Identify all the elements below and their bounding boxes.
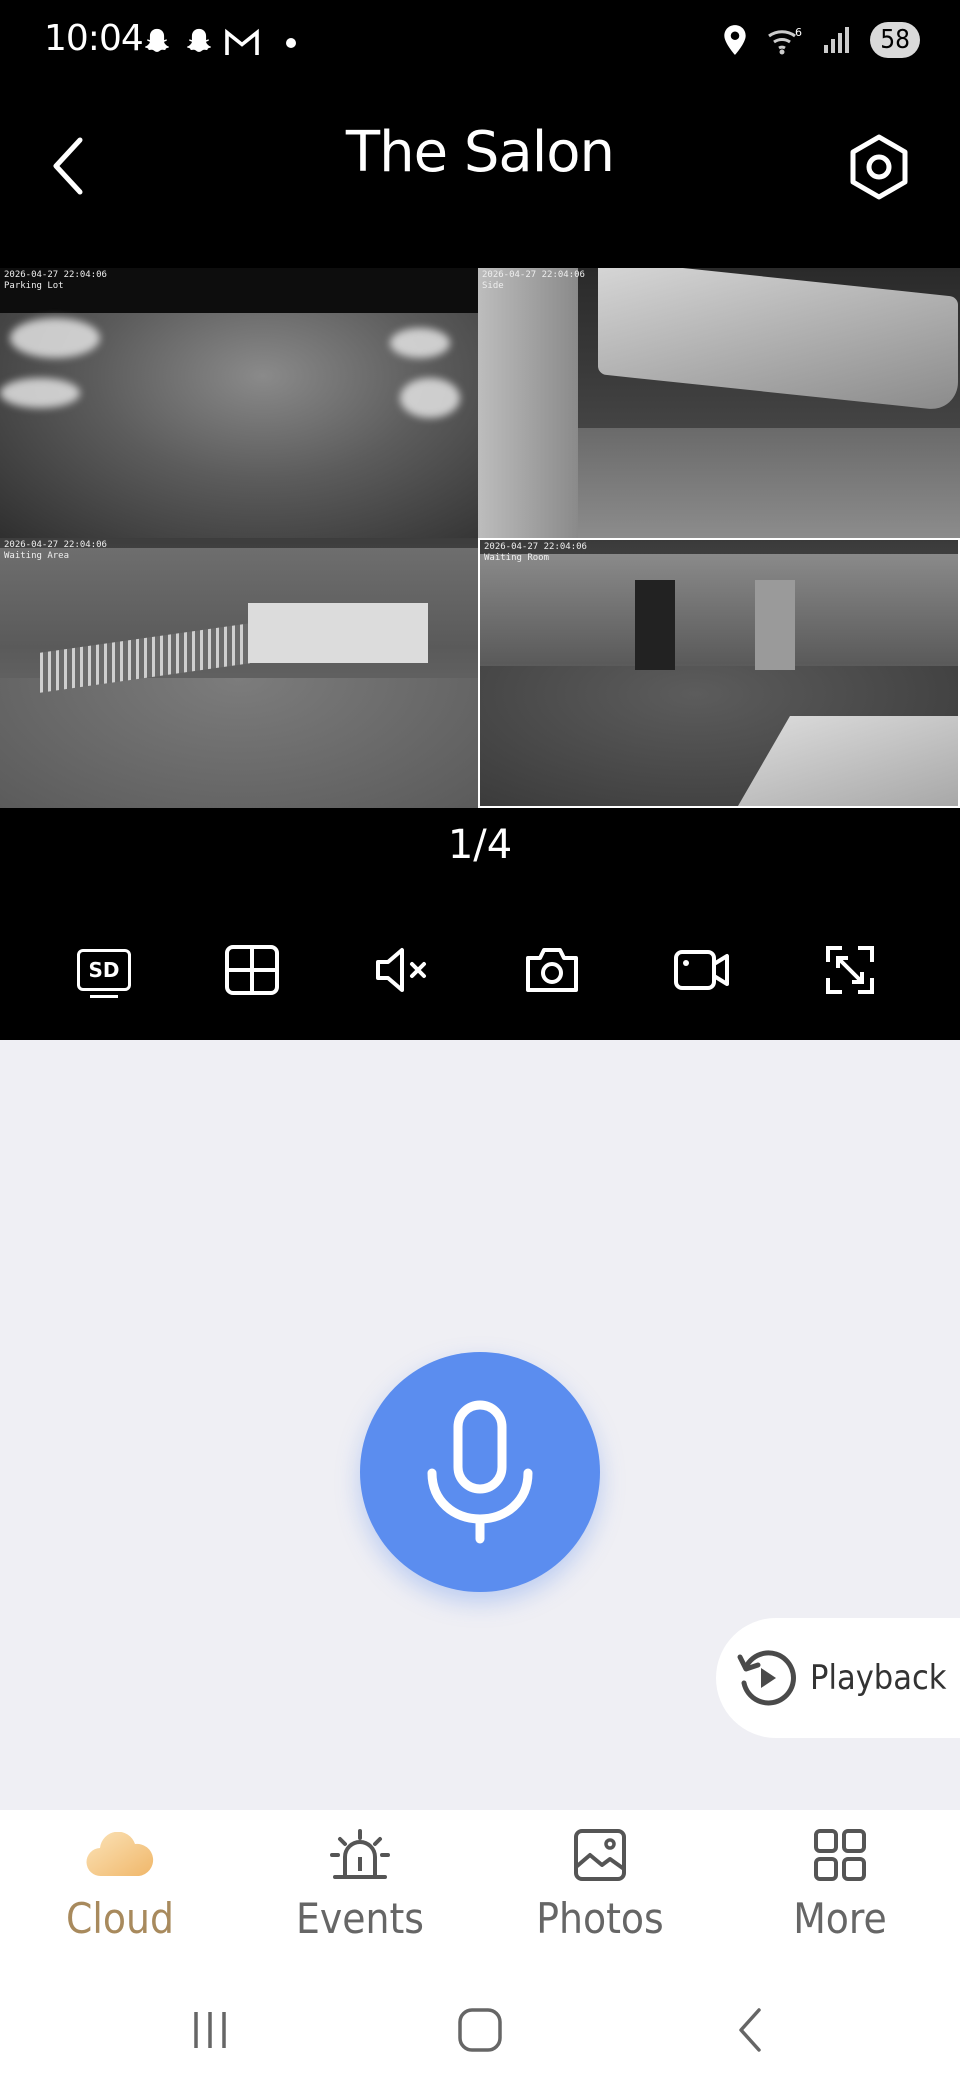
- svg-text:6: 6: [795, 26, 802, 39]
- cloud-icon: [86, 1832, 154, 1877]
- camera-feed-waiting-area[interactable]: 2026-04-27 22:04:06 Waiting Area: [0, 538, 478, 808]
- camera-timestamp-label: 2026-04-27 22:04:06 Parking Lot: [4, 270, 107, 291]
- nav-label: Events: [296, 1894, 424, 1943]
- bottom-navigation: Cloud Events Photos More: [0, 1810, 960, 1970]
- system-status-icons: 6 58: [722, 22, 920, 58]
- camera-timestamp-label: 2026-04-27 22:04:06 Waiting Room: [484, 542, 587, 563]
- talk-button[interactable]: [360, 1352, 600, 1592]
- microphone-icon: [427, 1400, 533, 1544]
- location-icon: [724, 25, 746, 55]
- playback-button[interactable]: Playback: [716, 1618, 960, 1738]
- nav-item-photos[interactable]: Photos: [490, 1824, 710, 1954]
- sd-quality-button[interactable]: SD: [72, 938, 136, 1002]
- home-button[interactable]: [450, 2000, 510, 2060]
- nav-label: Cloud: [66, 1894, 174, 1943]
- grid-more-icon: [814, 1829, 866, 1881]
- playback-label: Playback: [810, 1658, 947, 1698]
- signal-icon: [824, 27, 850, 53]
- app-header: The Salon: [0, 90, 960, 265]
- status-bar: 10:04 6 58: [0, 0, 960, 90]
- mute-icon: [376, 948, 426, 992]
- system-back-button[interactable]: [720, 2000, 780, 2060]
- recent-apps-button[interactable]: [180, 2000, 240, 2060]
- home-icon: [458, 2008, 502, 2052]
- camera-feed-waiting-room[interactable]: 2026-04-27 22:04:06 Waiting Room: [478, 538, 960, 808]
- settings-button[interactable]: [836, 124, 922, 210]
- gmail-icon: [225, 28, 259, 55]
- nav-label: Photos: [536, 1894, 664, 1943]
- recent-apps-icon: [194, 2012, 226, 2048]
- snapchat-icon: [187, 28, 211, 52]
- battery-icon: 58: [870, 22, 920, 58]
- fullscreen-button[interactable]: [818, 938, 882, 1002]
- camera-feed-side[interactable]: 2026-04-27 22:04:06 Side: [478, 268, 960, 538]
- camera-grid: 2026-04-27 22:04:06 Parking Lot 2026-04-…: [0, 268, 960, 808]
- notification-dot: [286, 38, 296, 48]
- mute-button[interactable]: [370, 938, 434, 1002]
- nav-label: More: [793, 1894, 887, 1943]
- nav-item-cloud[interactable]: Cloud: [10, 1824, 230, 1954]
- camera-control-toolbar: SD: [0, 900, 960, 1040]
- notification-icons: [140, 26, 296, 60]
- page-indicator: 1/4: [447, 822, 513, 868]
- camera-feed-parking-lot[interactable]: 2026-04-27 22:04:06 Parking Lot: [0, 268, 478, 538]
- grid-layout-button[interactable]: [220, 938, 284, 1002]
- photo-icon: [574, 1829, 626, 1881]
- nav-item-events[interactable]: Events: [250, 1824, 470, 1954]
- page-title: The Salon: [345, 120, 615, 185]
- status-time: 10:04: [44, 18, 144, 59]
- snapchat-icon: [145, 28, 169, 52]
- alarm-icon: [330, 1829, 390, 1879]
- snapshot-button[interactable]: [520, 938, 584, 1002]
- sd-quality-icon: SD: [77, 949, 131, 998]
- playback-icon: [737, 1650, 796, 1706]
- video-record-icon: [674, 950, 729, 990]
- hexagon-settings-icon: [850, 134, 908, 200]
- system-back-icon: [739, 2008, 761, 2052]
- camera-timestamp-label: 2026-04-27 22:04:06 Side: [482, 270, 585, 291]
- nav-item-more[interactable]: More: [730, 1824, 950, 1954]
- wifi-6-icon: 6: [768, 26, 802, 55]
- system-navigation-bar: [0, 1970, 960, 2081]
- grid-layout-icon: [225, 945, 279, 995]
- record-button[interactable]: [670, 938, 734, 1002]
- camera-snapshot-icon: [526, 948, 578, 992]
- fullscreen-icon: [826, 946, 874, 994]
- content-area: Playback: [0, 1040, 960, 1810]
- camera-timestamp-label: 2026-04-27 22:04:06 Waiting Area: [4, 540, 107, 561]
